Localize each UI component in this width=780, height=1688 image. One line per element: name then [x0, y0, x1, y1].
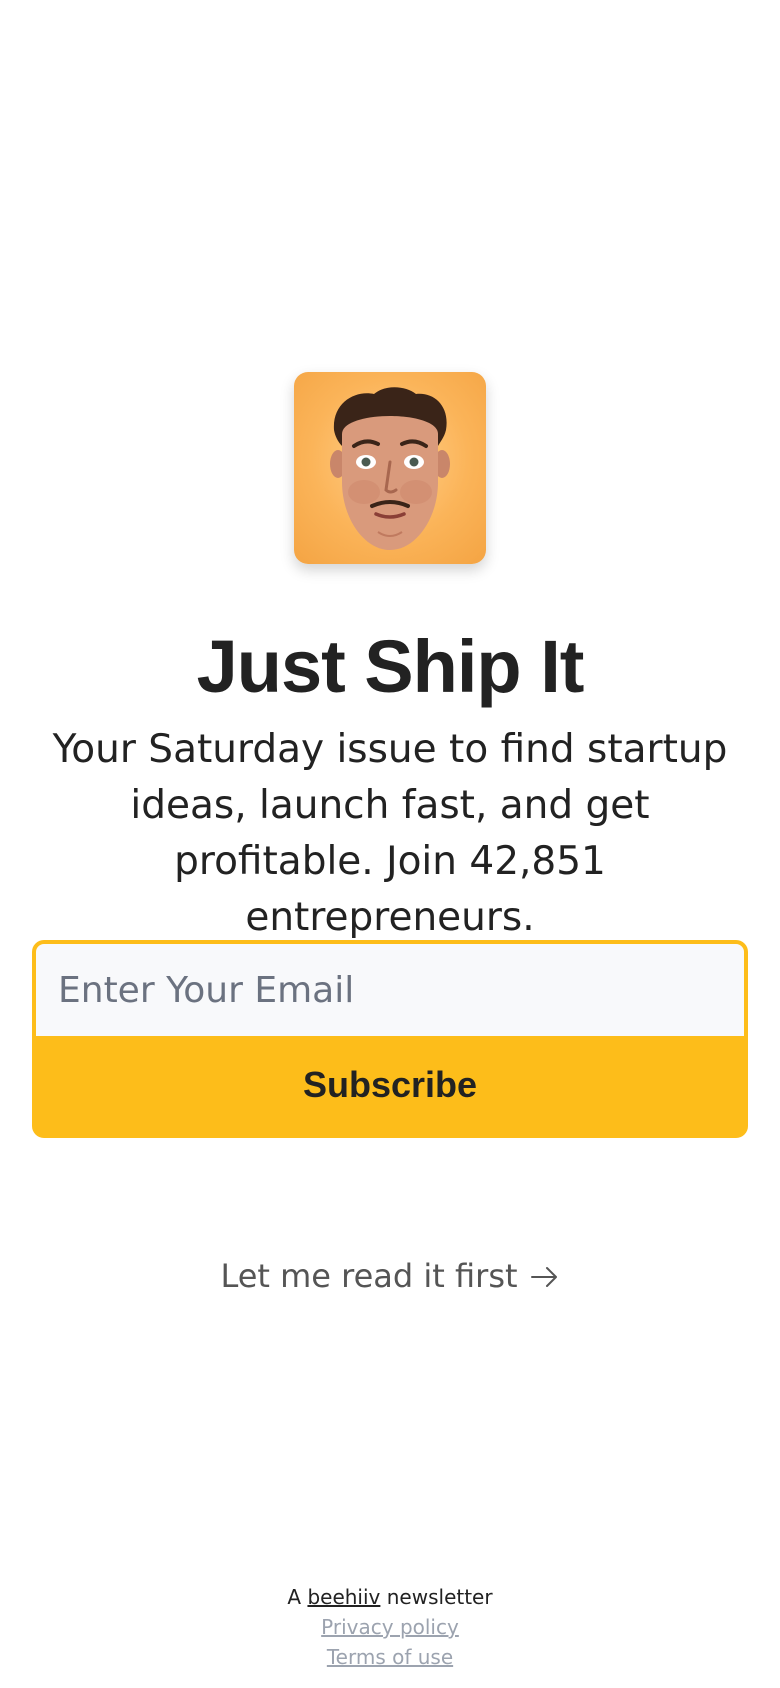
page-title: Just Ship It [196, 625, 585, 708]
privacy-policy-link[interactable]: Privacy policy [0, 1612, 780, 1642]
newsletter-logo [294, 372, 486, 564]
arrow-right-icon [530, 1254, 560, 1302]
powered-by-prefix: A [287, 1585, 302, 1609]
powered-by-line: A beehiiv newsletter [0, 1582, 780, 1612]
email-input[interactable] [36, 944, 744, 1036]
beehiiv-link[interactable]: beehiiv [307, 1585, 380, 1609]
footer: A beehiiv newsletter Privacy policy Term… [0, 1582, 780, 1672]
subscribe-form: Subscribe [32, 940, 748, 1138]
newsletter-tagline: Your Saturday issue to find startup idea… [52, 727, 728, 940]
read-first-label: Let me read it first [220, 1257, 518, 1295]
terms-of-use-link[interactable]: Terms of use [0, 1642, 780, 1672]
read-first-link[interactable]: Let me read it first [0, 1252, 780, 1302]
powered-by-suffix: newsletter [386, 1585, 493, 1609]
face-avatar-icon [330, 387, 450, 550]
subscribe-button[interactable]: Subscribe [36, 1036, 744, 1134]
